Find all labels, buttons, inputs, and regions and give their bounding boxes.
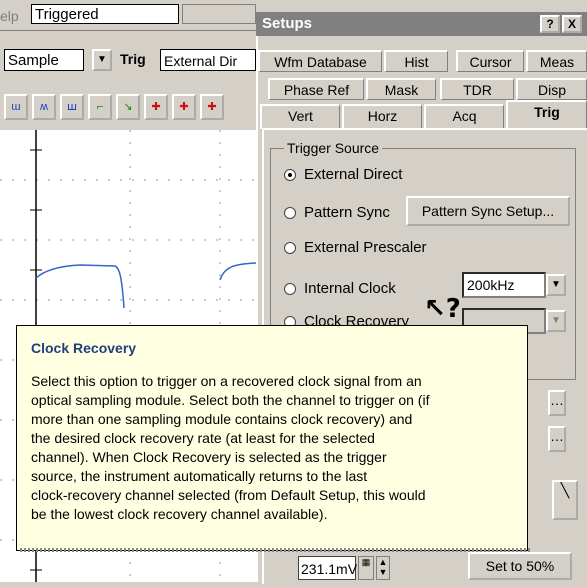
radio-pattern-sync[interactable] xyxy=(284,207,296,219)
dialog-title: Setups xyxy=(262,15,313,32)
tooltip-body: Select this option to trigger on a recov… xyxy=(31,372,513,524)
internal-clock-rate-select[interactable]: 200kHz xyxy=(462,272,546,298)
label-pattern-sync: Pattern Sync xyxy=(304,204,390,221)
trig-label: Trig xyxy=(120,51,146,67)
tooltip-line: clock-recovery channel selected (from De… xyxy=(31,487,426,503)
tab-disp[interactable]: Disp xyxy=(516,78,587,100)
label-internal-clock: Internal Clock xyxy=(304,280,396,297)
radio-internal-clock[interactable] xyxy=(284,283,296,295)
slope-button[interactable]: ╲ xyxy=(552,480,578,520)
tab-acq[interactable]: Acq xyxy=(424,104,504,130)
set-to-50-button[interactable]: Set to 50% xyxy=(468,552,572,580)
help-button[interactable]: ? xyxy=(540,15,560,33)
radio-external-prescaler[interactable] xyxy=(284,242,296,254)
menu-help[interactable]: elp xyxy=(0,8,19,24)
tab-horz[interactable]: Horz xyxy=(342,104,422,130)
tooltip-title: Clock Recovery xyxy=(31,340,137,356)
trigger-source-legend: Trigger Source xyxy=(284,140,383,156)
waveform-tool-icon-6[interactable]: ✚ xyxy=(144,94,168,120)
hidden-ellipsis-button-2[interactable]: … xyxy=(548,426,566,452)
clock-recovery-dropdown-button[interactable]: ▼ xyxy=(546,310,566,332)
tab-cursor[interactable]: Cursor xyxy=(456,50,524,72)
level-spinner[interactable]: ▲ ▼ xyxy=(376,556,390,580)
waveform-tool-icon-3[interactable]: ꟺ xyxy=(60,94,84,120)
pattern-sync-setup-button[interactable]: Pattern Sync Setup... xyxy=(406,196,570,226)
waveform-trace xyxy=(35,262,257,309)
tab-mask[interactable]: Mask xyxy=(366,78,436,100)
whats-this-cursor-icon: ↖? xyxy=(424,294,461,324)
waveform-tool-icon-2[interactable]: ʍ xyxy=(32,94,56,120)
waveform-tool-icon-7[interactable]: ✚ xyxy=(172,94,196,120)
tab-tdr[interactable]: TDR xyxy=(440,78,514,100)
internal-clock-dropdown-button[interactable]: ▼ xyxy=(546,274,566,296)
waveform-tool-icon-4[interactable]: ⌐ xyxy=(88,94,112,120)
trig-source-field[interactable]: External Dir xyxy=(160,49,256,71)
acquisition-mode-dropdown-button[interactable]: ▼ xyxy=(92,49,112,71)
status-box-secondary xyxy=(182,4,256,24)
tooltip-line: optical sampling module. Select both the… xyxy=(31,392,430,408)
tab-phase-ref[interactable]: Phase Ref xyxy=(268,78,364,100)
radio-external-direct[interactable] xyxy=(284,169,296,181)
tab-wfm-database[interactable]: Wfm Database xyxy=(258,50,382,72)
tooltip-line: more than one sampling module contains c… xyxy=(31,411,413,427)
tab-meas[interactable]: Meas xyxy=(526,50,587,72)
label-external-direct: External Direct xyxy=(304,166,403,183)
trigger-status: Triggered xyxy=(31,4,179,24)
trigger-level-field[interactable]: 231.1mV xyxy=(298,556,357,580)
close-button[interactable]: X xyxy=(562,15,582,33)
label-external-prescaler: External Prescaler xyxy=(304,239,427,256)
tab-hist[interactable]: Hist xyxy=(384,50,448,72)
waveform-tool-icon-5[interactable]: ↘ xyxy=(116,94,140,120)
tooltip-line: be the lowest clock recovery channel ava… xyxy=(31,506,328,522)
help-tooltip: Clock Recovery Select this option to tri… xyxy=(16,325,528,551)
tooltip-line: source, the instrument automatically ret… xyxy=(31,468,368,484)
level-keypad-icon[interactable]: ▦ xyxy=(358,556,374,580)
waveform-tool-icon-1[interactable]: ɯ xyxy=(4,94,28,120)
tab-trig[interactable]: Trig xyxy=(506,100,587,130)
tooltip-line: channel). When Clock Recovery is selecte… xyxy=(31,449,387,465)
hidden-ellipsis-button-1[interactable]: … xyxy=(548,390,566,416)
tooltip-line: the desired clock recovery rate (at leas… xyxy=(31,430,375,446)
tooltip-line: Select this option to trigger on a recov… xyxy=(31,373,422,389)
tab-vert[interactable]: Vert xyxy=(260,104,340,130)
tooltip-shadow xyxy=(20,548,530,552)
waveform-tool-icon-8[interactable]: ✚ xyxy=(200,94,224,120)
acquisition-mode-select[interactable]: Sample xyxy=(4,49,84,71)
